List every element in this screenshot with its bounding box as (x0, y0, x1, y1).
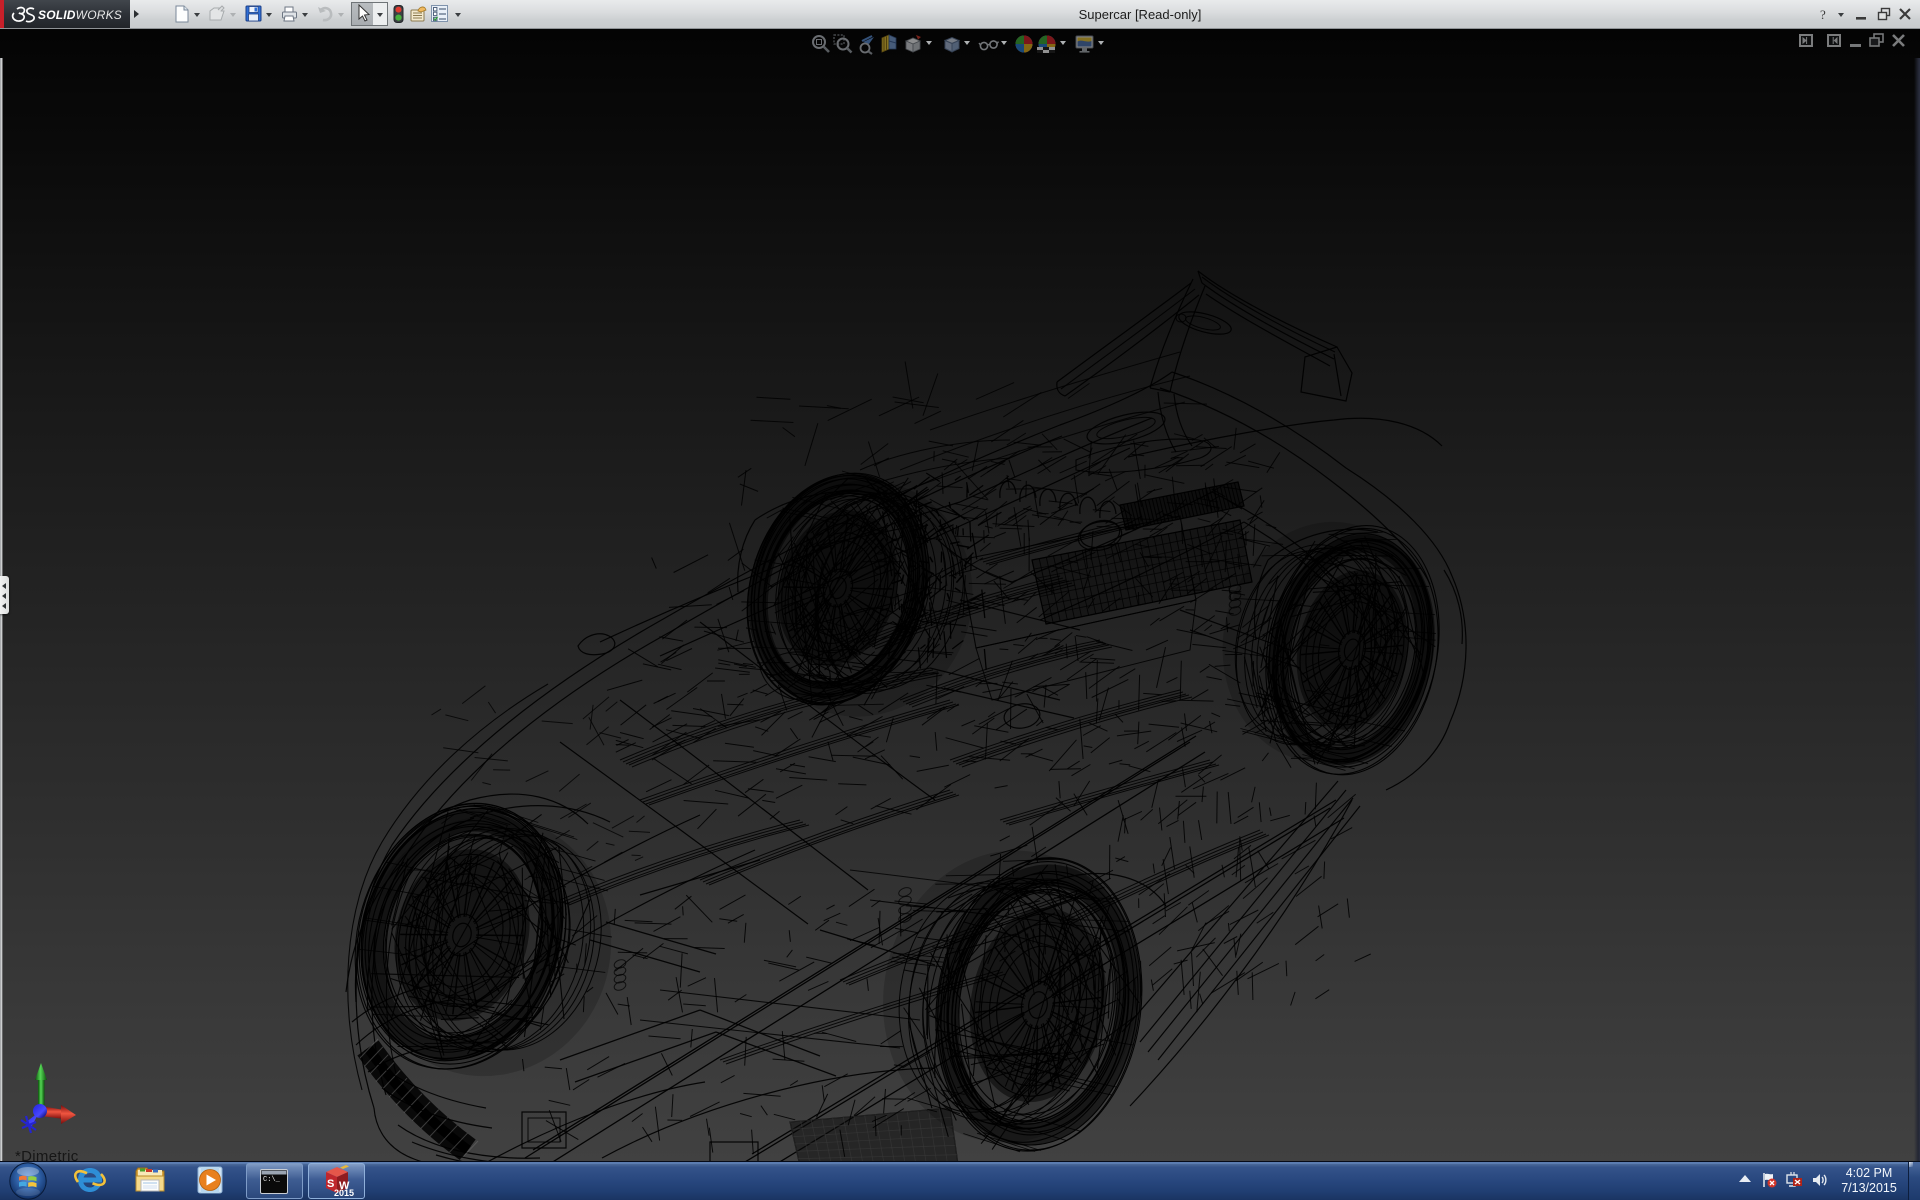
svg-text:2015: 2015 (334, 1188, 354, 1198)
svg-text:?: ? (1820, 7, 1826, 22)
svg-text:C:\_: C:\_ (263, 1176, 281, 1184)
